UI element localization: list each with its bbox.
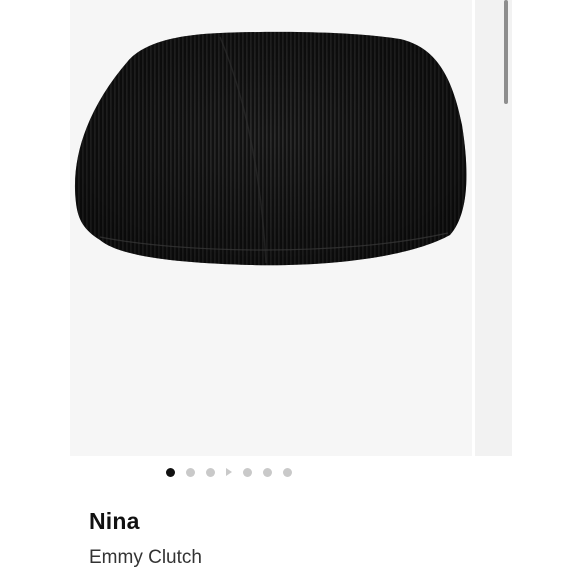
product-card: Nina Emmy Clutch bbox=[70, 0, 512, 580]
pagination-dot-1[interactable] bbox=[166, 467, 175, 477]
product-page: Nina Emmy Clutch bbox=[0, 0, 580, 580]
pagination-dot-5[interactable] bbox=[263, 467, 272, 477]
pagination-dot-6[interactable] bbox=[283, 467, 292, 477]
pagination-dot-4[interactable] bbox=[243, 467, 252, 477]
product-image bbox=[74, 31, 467, 266]
product-brand[interactable]: Nina bbox=[89, 508, 140, 535]
play-icon[interactable] bbox=[226, 468, 232, 476]
left-margin bbox=[0, 0, 70, 580]
product-image-carousel[interactable] bbox=[70, 0, 512, 456]
scrollbar-thumb[interactable] bbox=[504, 0, 508, 104]
product-title: Emmy Clutch bbox=[89, 547, 202, 568]
carousel-pagination bbox=[8, 464, 450, 480]
pagination-dot-2[interactable] bbox=[186, 467, 195, 477]
pagination-dot-3[interactable] bbox=[206, 467, 215, 477]
right-margin bbox=[512, 0, 580, 580]
